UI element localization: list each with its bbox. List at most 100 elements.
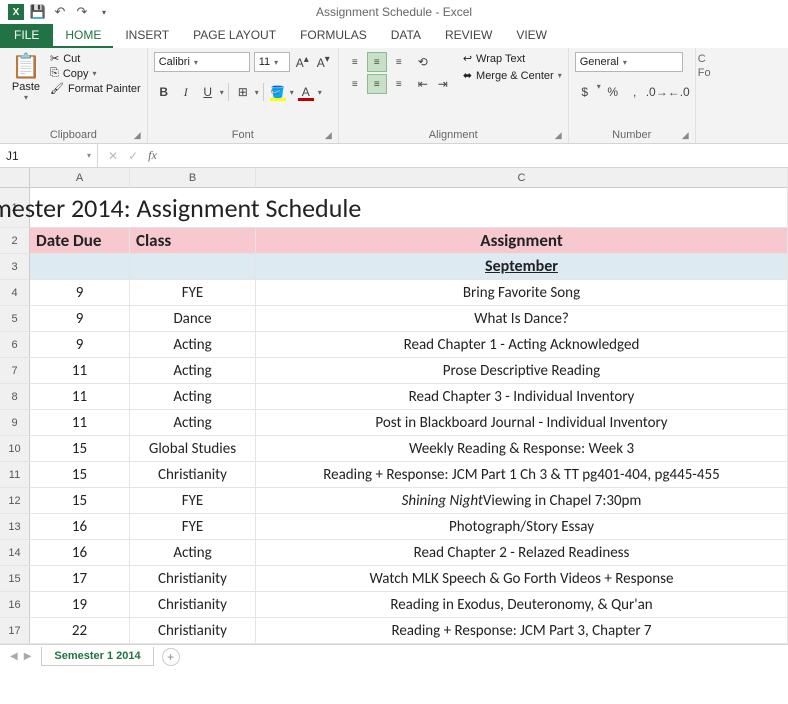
cell[interactable]: Read Chapter 3 - Individual Inventory: [256, 384, 788, 410]
align-top-icon[interactable]: ≡: [345, 52, 365, 72]
merge-center-button[interactable]: ⬌Merge & Center▾: [463, 69, 562, 82]
number-dialog-launcher-icon[interactable]: ◢: [682, 130, 689, 141]
accounting-dropdown-icon[interactable]: ▾: [597, 82, 601, 102]
cell[interactable]: 17: [30, 566, 130, 592]
worksheet-grid[interactable]: 1 2 3 4567891011121314151617 A B C Fall …: [0, 168, 788, 644]
cell[interactable]: [30, 254, 130, 280]
cell[interactable]: 9: [30, 280, 130, 306]
align-bottom-icon[interactable]: ≡: [389, 52, 409, 72]
paste-dropdown-icon[interactable]: ▾: [24, 93, 28, 102]
increase-decimal-icon[interactable]: .0→: [647, 82, 667, 102]
italic-button[interactable]: I: [176, 82, 196, 102]
wrap-text-button[interactable]: ↩Wrap Text: [463, 52, 562, 65]
percent-format-icon[interactable]: %: [603, 82, 623, 102]
copy-dropdown-icon[interactable]: ▾: [93, 69, 97, 78]
cell[interactable]: Dance: [130, 306, 256, 332]
cell[interactable]: Global Studies: [130, 436, 256, 462]
cell[interactable]: Post in Blackboard Journal - Individual …: [256, 410, 788, 436]
align-right-icon[interactable]: ≡: [389, 74, 409, 94]
font-color-button[interactable]: A: [296, 82, 316, 102]
cell[interactable]: 15: [30, 436, 130, 462]
number-format-combo[interactable]: General▾: [575, 52, 683, 72]
font-color-dropdown-icon[interactable]: ▾: [318, 88, 322, 97]
row-header[interactable]: 8: [0, 384, 30, 410]
redo-icon[interactable]: ↷: [74, 4, 90, 20]
save-icon[interactable]: 💾: [30, 4, 46, 20]
borders-dropdown-icon[interactable]: ▾: [255, 88, 259, 97]
cell[interactable]: Christianity: [130, 618, 256, 644]
cell[interactable]: [130, 254, 256, 280]
cell[interactable]: Acting: [130, 384, 256, 410]
cell[interactable]: Bring Favorite Song: [256, 280, 788, 306]
tab-file[interactable]: FILE: [0, 24, 53, 48]
column-header[interactable]: A: [30, 168, 130, 188]
row-header[interactable]: 9: [0, 410, 30, 436]
copy-button[interactable]: ⎘Copy▾: [50, 67, 141, 80]
cell[interactable]: Assignment: [256, 228, 788, 254]
cell[interactable]: FYE: [130, 488, 256, 514]
clipboard-dialog-launcher-icon[interactable]: ◢: [134, 130, 141, 141]
cell[interactable]: 19: [30, 592, 130, 618]
cell[interactable]: Read Chapter 2 - Relazed Readiness: [256, 540, 788, 566]
cell[interactable]: Class: [130, 228, 256, 254]
font-dialog-launcher-icon[interactable]: ◢: [325, 130, 332, 141]
decrease-indent-icon[interactable]: ⇤: [413, 74, 433, 94]
column-header[interactable]: B: [130, 168, 256, 188]
cell[interactable]: Acting: [130, 332, 256, 358]
undo-icon[interactable]: ↶: [52, 4, 68, 20]
row-header[interactable]: 10: [0, 436, 30, 462]
row-header[interactable]: 6: [0, 332, 30, 358]
align-center-icon[interactable]: ≡: [367, 74, 387, 94]
tab-insert[interactable]: INSERT: [113, 24, 181, 48]
tab-formulas[interactable]: FORMULAS: [288, 24, 379, 48]
underline-button[interactable]: U: [198, 82, 218, 102]
bold-button[interactable]: B: [154, 82, 174, 102]
sheet-nav-prev-icon[interactable]: ◀: [10, 651, 18, 662]
cell[interactable]: 15: [30, 488, 130, 514]
cell[interactable]: [256, 188, 788, 228]
shrink-font-icon[interactable]: A▾: [315, 54, 332, 70]
orientation-icon[interactable]: ⟲: [413, 52, 433, 72]
cancel-formula-icon[interactable]: ✕: [108, 149, 118, 163]
name-box[interactable]: J1▾: [0, 144, 98, 167]
align-middle-icon[interactable]: ≡: [367, 52, 387, 72]
column-header[interactable]: C: [256, 168, 788, 188]
borders-button[interactable]: ⊞: [233, 82, 253, 102]
select-all-corner[interactable]: [0, 168, 30, 188]
row-header[interactable]: 12: [0, 488, 30, 514]
cell[interactable]: 16: [30, 540, 130, 566]
fill-dropdown-icon[interactable]: ▾: [290, 88, 294, 97]
cell[interactable]: Acting: [130, 410, 256, 436]
cell[interactable]: 9: [30, 306, 130, 332]
cell[interactable]: 9: [30, 332, 130, 358]
cell[interactable]: 22: [30, 618, 130, 644]
title-cell[interactable]: Fall Semester 2014: Assignment Schedule: [130, 188, 256, 228]
font-size-combo[interactable]: 11▾: [254, 52, 290, 72]
grow-font-icon[interactable]: A▴: [294, 54, 311, 70]
cell[interactable]: Read Chapter 1 - Acting Acknowledged: [256, 332, 788, 358]
format-painter-button[interactable]: 🖌Format Painter: [50, 82, 141, 95]
cell[interactable]: Christianity: [130, 566, 256, 592]
row-header[interactable]: 11: [0, 462, 30, 488]
row-header[interactable]: 17: [0, 618, 30, 644]
cell[interactable]: Reading in Exodus, Deuteronomy, & Qur'an: [256, 592, 788, 618]
align-left-icon[interactable]: ≡: [345, 74, 365, 94]
cell[interactable]: Reading + Response: JCM Part 1 Ch 3 & TT…: [256, 462, 788, 488]
cell[interactable]: FYE: [130, 514, 256, 540]
tab-data[interactable]: DATA: [379, 24, 433, 48]
cell[interactable]: Acting: [130, 358, 256, 384]
increase-indent-icon[interactable]: ⇥: [433, 74, 453, 94]
tab-view[interactable]: VIEW: [504, 24, 559, 48]
qat-customize-icon[interactable]: ▾: [96, 4, 112, 20]
cell[interactable]: Reading + Response: JCM Part 3, Chapter …: [256, 618, 788, 644]
row-header[interactable]: 14: [0, 540, 30, 566]
row-header[interactable]: 2: [0, 228, 30, 254]
cell[interactable]: 11: [30, 410, 130, 436]
cell[interactable]: Date Due: [30, 228, 130, 254]
cell[interactable]: September: [256, 254, 788, 280]
cell[interactable]: What Is Dance?: [256, 306, 788, 332]
cell[interactable]: FYE: [130, 280, 256, 306]
sheet-nav-next-icon[interactable]: ▶: [24, 651, 32, 662]
fill-color-button[interactable]: 🪣: [268, 82, 288, 102]
cell[interactable]: Weekly Reading & Response: Week 3: [256, 436, 788, 462]
